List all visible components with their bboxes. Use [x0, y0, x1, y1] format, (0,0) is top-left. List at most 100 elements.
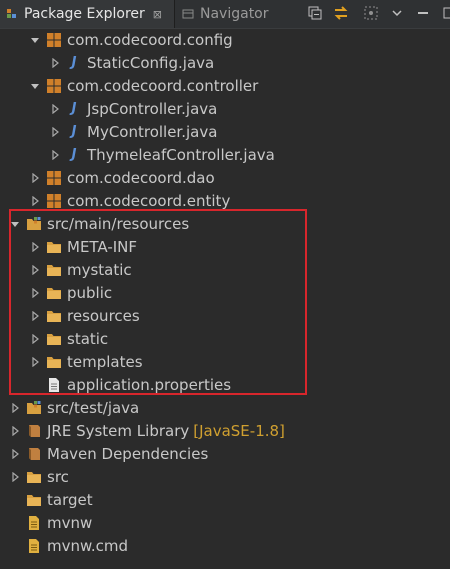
view-menu-toolbar [363, 5, 450, 21]
collapse-all-icon[interactable] [307, 5, 323, 21]
tree-item[interactable]: JRE System Library [JavaSE-1.8] [0, 419, 450, 442]
close-icon[interactable]: ⊠ [153, 8, 162, 21]
view-tab-bar: Package Explorer ⊠ Navigator [0, 0, 450, 29]
view-toolbar [307, 5, 349, 21]
tree-item-label: JspController.java [87, 99, 218, 118]
tree-item-label: com.codecoord.controller [67, 76, 259, 95]
collapsed-arrow-icon[interactable] [30, 172, 40, 183]
tree-item-label: com.codecoord.entity [67, 191, 231, 210]
collapsed-arrow-icon[interactable] [10, 402, 20, 413]
tree-item-label: static [67, 329, 109, 348]
tree-item[interactable]: META-INF [0, 235, 450, 258]
tree-item-label: META-INF [67, 237, 138, 256]
collapsed-arrow-icon[interactable] [30, 287, 40, 298]
link-with-editor-icon[interactable] [333, 5, 349, 21]
collapsed-arrow-icon[interactable] [30, 241, 40, 252]
tab-navigator-label: Navigator [200, 6, 269, 22]
tree-item[interactable]: src/test/java [0, 396, 450, 419]
tree-item[interactable]: target [0, 488, 450, 511]
tree-item[interactable]: src [0, 465, 450, 488]
tree-item-label: com.codecoord.dao [67, 168, 215, 187]
tab-package-explorer[interactable]: Package Explorer ⊠ [0, 0, 175, 28]
java-file-icon: J [71, 101, 77, 116]
tree-item[interactable]: J StaticConfig.java [0, 51, 450, 74]
tree-item[interactable]: J JspController.java [0, 97, 450, 120]
expanded-arrow-icon[interactable] [30, 35, 40, 45]
tree-item-label: mvnw [47, 513, 93, 532]
tree-item-label: src/test/java [47, 398, 140, 417]
tree-item[interactable]: com.codecoord.controller [0, 74, 450, 97]
package-explorer-icon [7, 9, 16, 18]
tree-item[interactable]: templates [0, 350, 450, 373]
collapsed-arrow-icon[interactable] [30, 356, 40, 367]
folder-icon [47, 264, 61, 276]
collapsed-arrow-icon[interactable] [50, 126, 60, 137]
collapsed-arrow-icon[interactable] [10, 425, 20, 436]
tree-item[interactable]: J MyController.java [0, 120, 450, 143]
tree-item-label: MyController.java [87, 122, 218, 141]
folder-icon [47, 287, 61, 299]
tree-item[interactable]: com.codecoord.config [0, 28, 450, 51]
folder-icon [47, 310, 61, 322]
navigator-icon [182, 9, 194, 19]
tree-item-label: src/main/resources [47, 214, 190, 233]
tree-item[interactable]: public [0, 281, 450, 304]
file-icon [49, 377, 59, 392]
collapsed-arrow-icon[interactable] [50, 149, 60, 160]
tree-item-label: public [67, 283, 113, 302]
collapsed-arrow-icon[interactable] [30, 264, 40, 275]
tree-item-label: mystatic [67, 260, 132, 279]
tree-item[interactable]: application.properties [0, 373, 450, 396]
tree-item-label: StaticConfig.java [87, 53, 215, 72]
focus-icon[interactable] [363, 5, 379, 21]
tree-item-label: mvnw.cmd [47, 536, 129, 555]
folder-icon [47, 241, 61, 253]
folder-icon [27, 494, 41, 506]
library-icon [29, 447, 40, 460]
folder-icon [47, 356, 61, 368]
tree-item-label: Maven Dependencies [47, 444, 209, 463]
folder-icon [47, 333, 61, 345]
tree-item-label: templates [67, 352, 143, 371]
script-file-icon [29, 515, 39, 530]
source-folder-icon [27, 400, 41, 414]
script-file-icon [29, 538, 39, 553]
collapsed-arrow-icon[interactable] [10, 471, 20, 482]
tree-item[interactable]: mystatic [0, 258, 450, 281]
tree-item[interactable]: mvnw [0, 511, 450, 534]
tree-item-suffix: [JavaSE-1.8] [193, 421, 285, 440]
tree-item-label: application.properties [67, 375, 232, 394]
tree-item[interactable]: com.codecoord.dao [0, 166, 450, 189]
tree-item[interactable]: com.codecoord.entity [0, 189, 450, 212]
view-menu-icon[interactable] [389, 5, 405, 21]
package-icon [47, 170, 61, 185]
tree-item[interactable]: mvnw.cmd [0, 534, 450, 557]
tree-item[interactable]: src/main/resources [0, 212, 450, 235]
maximize-icon[interactable] [441, 5, 450, 21]
java-file-icon: J [71, 147, 77, 162]
minimize-icon[interactable] [415, 5, 431, 21]
tab-package-explorer-label: Package Explorer [24, 6, 145, 22]
java-file-icon: J [71, 55, 77, 70]
java-file-icon: J [71, 124, 77, 139]
tree-item[interactable]: resources [0, 304, 450, 327]
tab-navigator[interactable]: Navigator [176, 0, 284, 28]
expanded-arrow-icon[interactable] [10, 219, 20, 229]
tree-item[interactable]: Maven Dependencies [0, 442, 450, 465]
collapsed-arrow-icon[interactable] [30, 310, 40, 321]
folder-icon [27, 471, 41, 483]
tree-item-label: JRE System Library [47, 421, 190, 440]
expanded-arrow-icon[interactable] [30, 81, 40, 91]
collapsed-arrow-icon[interactable] [50, 103, 60, 114]
tree-item-label: ThymeleafController.java [87, 145, 275, 164]
collapsed-arrow-icon[interactable] [50, 57, 60, 68]
collapsed-arrow-icon[interactable] [30, 195, 40, 206]
tree-item-label: resources [67, 306, 140, 325]
tree-item-label: src [47, 467, 69, 486]
package-icon [47, 32, 61, 47]
collapsed-arrow-icon[interactable] [10, 448, 20, 459]
tree-item[interactable]: static [0, 327, 450, 350]
collapsed-arrow-icon[interactable] [30, 333, 40, 344]
tree-item[interactable]: J ThymeleafController.java [0, 143, 450, 166]
tree-item-label: target [47, 490, 93, 509]
